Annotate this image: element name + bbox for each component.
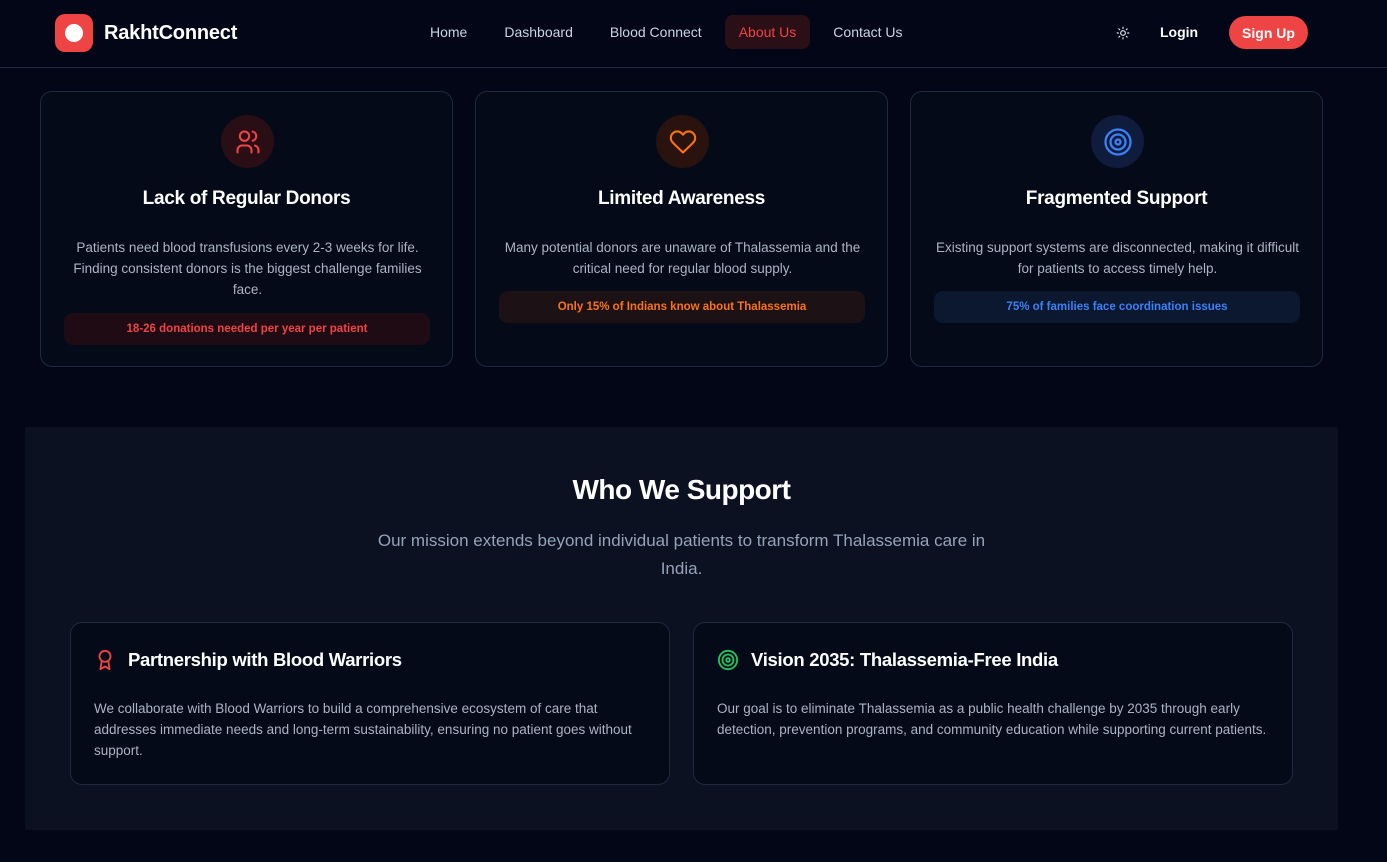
brand-logo-icon [55, 14, 93, 52]
brand-logo-link[interactable]: RakhtConnect [55, 14, 237, 52]
nav-item-blood-connect[interactable]: Blood Connect [596, 15, 716, 49]
support-card-partnership: Partnership with Blood Warriors We colla… [70, 622, 670, 785]
heart-icon [669, 130, 696, 154]
stat-badge: 75% of families face coordination issues [934, 291, 1300, 323]
card-description: Existing support systems are disconnecte… [936, 240, 1299, 276]
login-button[interactable]: Login [1160, 24, 1198, 40]
challenge-card-donors: Lack of Regular Donors Patients need blo… [40, 91, 453, 367]
stat-badge: Only 15% of Indians know about Thalassem… [499, 291, 865, 323]
nav-item-dashboard[interactable]: Dashboard [490, 15, 587, 49]
who-we-support-section: Who We Support Our mission extends beyon… [25, 427, 1338, 830]
challenge-card-awareness: Limited Awareness Many potential donors … [475, 91, 888, 367]
section-title: Who We Support [572, 474, 792, 505]
support-card-title: Partnership with Blood Warriors [128, 649, 402, 670]
main-nav: Home Dashboard Blood Connect About Us Co… [416, 15, 926, 49]
target-icon [1103, 127, 1132, 156]
brand-name: RakhtConnect [104, 21, 238, 44]
nav-item-about-us[interactable]: About Us [724, 15, 811, 49]
card-icon-wrapper [656, 115, 709, 168]
card-title: Lack of Regular Donors [142, 188, 351, 209]
support-card-vision: Vision 2035: Thalassemia-Free India Our … [693, 622, 1293, 785]
nav-item-contact-us[interactable]: Contact Us [819, 15, 916, 49]
challenge-card-support: Fragmented Support Existing support syst… [910, 91, 1323, 367]
card-title: Limited Awareness [597, 188, 766, 209]
card-description: Many potential donors are unaware of Tha… [504, 240, 861, 276]
card-icon-wrapper [221, 115, 274, 168]
support-card-description: Our goal is to eliminate Thalassemia as … [717, 701, 1267, 737]
target-icon [717, 649, 739, 671]
users-icon [235, 129, 260, 154]
support-card-title: Vision 2035: Thalassemia-Free India [751, 649, 1058, 670]
signup-button[interactable]: Sign Up [1229, 16, 1308, 49]
card-icon-wrapper [1091, 115, 1144, 168]
nav-item-home[interactable]: Home [416, 15, 481, 49]
section-subtitle: Our mission extends beyond individual pa… [377, 531, 986, 578]
top-navigation-bar: RakhtConnect Home Dashboard Blood Connec… [0, 0, 1387, 68]
theme-toggle-button[interactable] [1110, 20, 1136, 46]
sun-icon [1116, 26, 1130, 40]
support-card-description: We collaborate with Blood Warriors to bu… [94, 701, 632, 758]
card-description: Patients need blood transfusions every 2… [73, 240, 422, 297]
stat-badge: 18-26 donations needed per year per pati… [64, 313, 430, 345]
award-icon [98, 649, 112, 671]
card-title: Fragmented Support [1025, 188, 1208, 209]
